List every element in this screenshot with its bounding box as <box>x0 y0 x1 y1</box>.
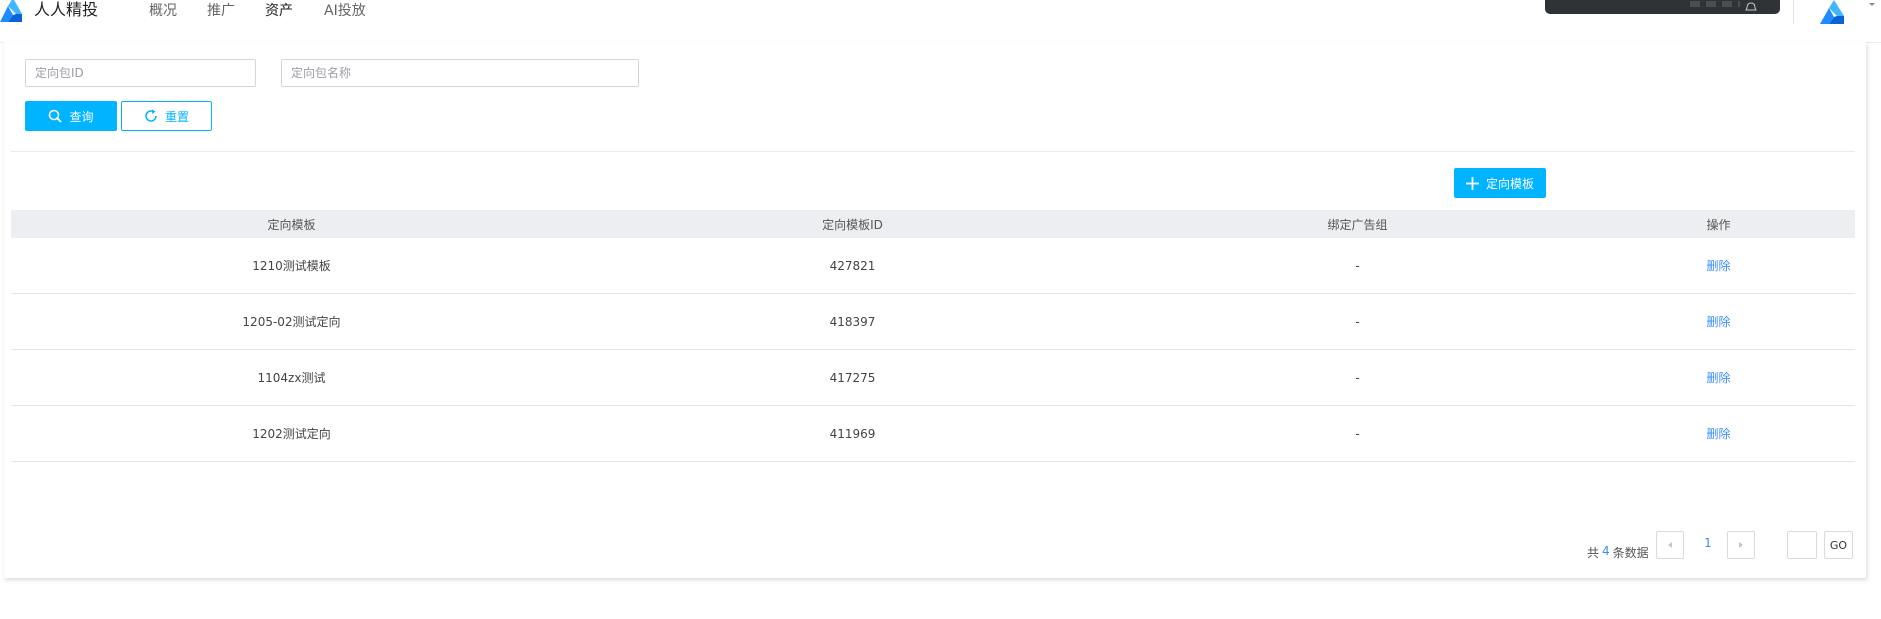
page-number-current[interactable]: 1 <box>1700 536 1716 550</box>
ad-group-cell: - <box>1355 314 1360 329</box>
template-name-cell: 1202测试定向 <box>252 427 331 441</box>
ad-group-cell: - <box>1355 426 1360 441</box>
actions-cell: 删除 <box>1582 369 1855 386</box>
pagination-prefix: 共 <box>1587 546 1600 560</box>
template-table: 定向模板 定向模板ID 绑定广告组 操作 1210测试模板 427821 - 删… <box>11 210 1855 462</box>
prev-page-button[interactable] <box>1656 531 1684 559</box>
column-header-template: 定向模板 <box>267 217 316 232</box>
top-navbar: 人人精投 概况 推广 资产 AI投放 <box>0 0 1881 43</box>
table-row: 1202测试定向 411969 - 删除 <box>11 406 1855 462</box>
notification-icon[interactable] <box>1744 0 1758 14</box>
page-jump-input[interactable] <box>1787 531 1817 559</box>
package-id-input[interactable] <box>25 59 256 87</box>
account-switcher-placeholder <box>1690 1 1740 7</box>
package-name-input[interactable] <box>281 59 639 87</box>
plus-icon <box>1465 176 1479 190</box>
template-name-cell: 1104zx测试 <box>257 371 326 385</box>
ad-group-cell: - <box>1355 258 1360 273</box>
delete-link[interactable]: 删除 <box>1706 371 1730 385</box>
template-id-cell: 418397 <box>829 314 876 329</box>
column-header-actions: 操作 <box>1706 217 1731 232</box>
add-template-button[interactable]: 定向模板 <box>1454 168 1546 198</box>
column-header-template-id: 定向模板ID <box>822 217 883 232</box>
search-icon <box>49 109 63 123</box>
avatar[interactable] <box>1818 0 1850 24</box>
next-page-button[interactable] <box>1727 531 1755 559</box>
nav-item-assets[interactable]: 资产 <box>265 2 293 20</box>
template-name-cell: 1210测试模板 <box>252 259 331 273</box>
delete-link[interactable]: 删除 <box>1706 315 1730 329</box>
actions-cell: 删除 <box>1582 425 1855 442</box>
chevron-down-icon[interactable] <box>1867 0 1877 10</box>
delete-link[interactable]: 删除 <box>1706 427 1730 441</box>
pagination-total-count: 4 <box>1602 544 1610 558</box>
search-button[interactable]: 查询 <box>25 101 117 131</box>
nav-item-ai-delivery[interactable]: AI投放 <box>324 2 366 20</box>
header-divider <box>1793 0 1794 24</box>
actions-cell: 删除 <box>1582 313 1855 330</box>
brand-logo-icon[interactable] <box>0 0 26 22</box>
column-header-ad-group: 绑定广告组 <box>1327 217 1388 232</box>
section-divider <box>11 151 1855 152</box>
chevron-left-icon <box>1668 542 1672 548</box>
go-button[interactable]: GO <box>1824 531 1853 559</box>
chevron-right-icon <box>1739 542 1743 548</box>
table-row: 1210测试模板 427821 - 删除 <box>11 238 1855 294</box>
reset-button[interactable]: 重置 <box>121 101 212 131</box>
ad-group-cell: - <box>1355 370 1360 385</box>
template-name-cell: 1205-02测试定向 <box>242 315 341 329</box>
template-id-cell: 411969 <box>829 426 876 441</box>
nav-item-promotion[interactable]: 推广 <box>207 2 235 20</box>
pagination-total: 共 4 条数据 <box>1587 544 1649 561</box>
template-id-cell: 427821 <box>829 258 876 273</box>
nav-item-overview[interactable]: 概况 <box>149 2 177 20</box>
actions-cell: 删除 <box>1582 257 1855 274</box>
brand-name[interactable]: 人人精投 <box>34 0 98 20</box>
search-button-label: 查询 <box>69 109 94 124</box>
pagination-suffix: 条数据 <box>1612 546 1649 560</box>
add-template-label: 定向模板 <box>1485 176 1534 191</box>
delete-link[interactable]: 删除 <box>1706 259 1730 273</box>
refresh-icon <box>145 109 157 122</box>
table-row: 1104zx测试 417275 - 删除 <box>11 350 1855 406</box>
table-header: 定向模板 定向模板ID 绑定广告组 操作 <box>11 210 1855 238</box>
reset-button-label: 重置 <box>164 109 189 124</box>
table-row: 1205-02测试定向 418397 - 删除 <box>11 294 1855 350</box>
template-id-cell: 417275 <box>829 370 876 385</box>
